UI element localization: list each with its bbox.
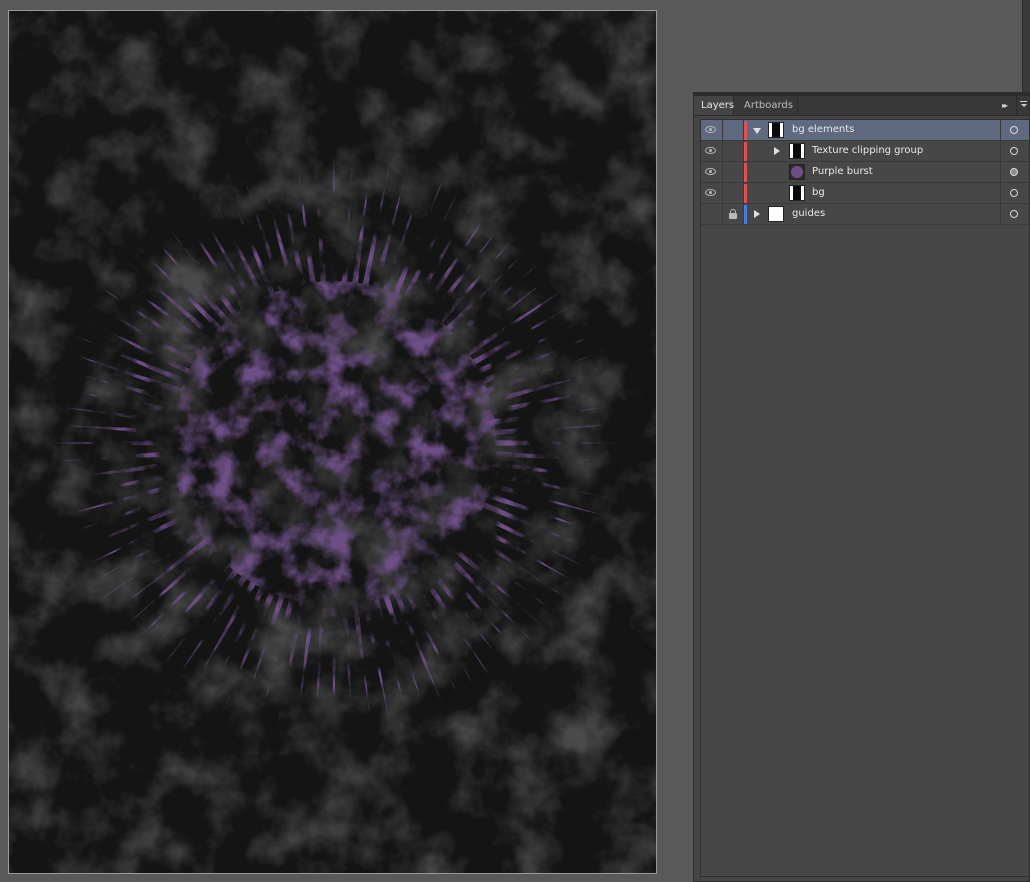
lock-toggle[interactable] xyxy=(723,162,744,182)
canvas-workspace[interactable]: Layers Artboards ▸▸ bg elements Texture … xyxy=(0,0,1030,882)
layer-thumbnail xyxy=(789,185,805,201)
layer-row-guides[interactable]: guides xyxy=(701,204,1029,225)
lock-toggle[interactable] xyxy=(723,183,744,203)
expand-triangle-icon[interactable] xyxy=(753,128,761,134)
layer-name[interactable]: Texture clipping group xyxy=(812,141,923,161)
layer-color-swatch xyxy=(744,184,747,203)
lock-toggle[interactable] xyxy=(723,120,744,140)
panel-tab-bar: Layers Artboards ▸▸ xyxy=(694,96,1029,116)
layer-row-bg[interactable]: bg xyxy=(701,183,1029,204)
layer-thumbnail xyxy=(789,143,805,159)
layer-thumbnail xyxy=(789,164,805,180)
artboard[interactable] xyxy=(8,10,657,874)
layer-name[interactable]: bg xyxy=(812,183,825,203)
target-circle-icon[interactable] xyxy=(1010,126,1018,134)
layer-thumbnail xyxy=(768,206,784,222)
collapse-panel-icon[interactable]: ▸▸ xyxy=(997,96,1011,115)
target-circle-icon[interactable] xyxy=(1010,210,1018,218)
lock-icon[interactable] xyxy=(729,209,737,219)
visibility-toggle[interactable] xyxy=(701,183,723,203)
eye-icon[interactable] xyxy=(705,126,716,133)
target-circle-filled-icon[interactable] xyxy=(1010,168,1018,176)
tab-layers[interactable]: Layers xyxy=(694,96,734,115)
visibility-toggle[interactable] xyxy=(701,141,723,161)
target-column[interactable] xyxy=(1000,141,1029,161)
visibility-toggle[interactable] xyxy=(701,120,723,140)
artwork xyxy=(9,11,656,873)
target-column[interactable] xyxy=(1000,183,1029,203)
target-column[interactable] xyxy=(1000,162,1029,182)
layer-color-swatch xyxy=(744,205,747,224)
panel-menu-icon[interactable] xyxy=(1016,96,1029,115)
expand-triangle-icon[interactable] xyxy=(754,210,760,218)
layer-row-purple-burst[interactable]: Purple burst xyxy=(701,162,1029,183)
lock-toggle[interactable] xyxy=(723,141,744,161)
layer-color-swatch xyxy=(744,121,747,140)
layer-list[interactable]: bg elements Texture clipping group Purpl… xyxy=(700,119,1030,877)
document-scrollbar-edge xyxy=(1022,0,1030,92)
layer-name[interactable]: bg elements xyxy=(792,120,854,140)
eye-icon[interactable] xyxy=(705,189,716,196)
tab-artboards[interactable]: Artboards xyxy=(734,96,798,115)
layer-thumbnail xyxy=(768,122,784,138)
target-column[interactable] xyxy=(1000,204,1029,224)
eye-icon[interactable] xyxy=(705,168,716,175)
target-circle-icon[interactable] xyxy=(1010,147,1018,155)
lock-toggle[interactable] xyxy=(723,204,744,224)
purple-burst xyxy=(46,155,622,731)
target-circle-icon[interactable] xyxy=(1010,189,1018,197)
layer-color-swatch xyxy=(744,142,747,161)
visibility-toggle[interactable] xyxy=(701,162,723,182)
layers-panel: Layers Artboards ▸▸ bg elements Texture … xyxy=(693,92,1030,882)
expand-triangle-icon[interactable] xyxy=(774,147,780,155)
layer-row-texture-clipping-group[interactable]: Texture clipping group xyxy=(701,141,1029,162)
layer-name[interactable]: guides xyxy=(792,204,825,224)
visibility-toggle[interactable] xyxy=(701,204,723,224)
target-column[interactable] xyxy=(1000,120,1029,140)
layer-color-swatch xyxy=(744,163,747,182)
layer-name[interactable]: Purple burst xyxy=(812,162,873,182)
layer-row-bg-elements[interactable]: bg elements xyxy=(701,120,1029,141)
eye-icon[interactable] xyxy=(705,147,716,154)
